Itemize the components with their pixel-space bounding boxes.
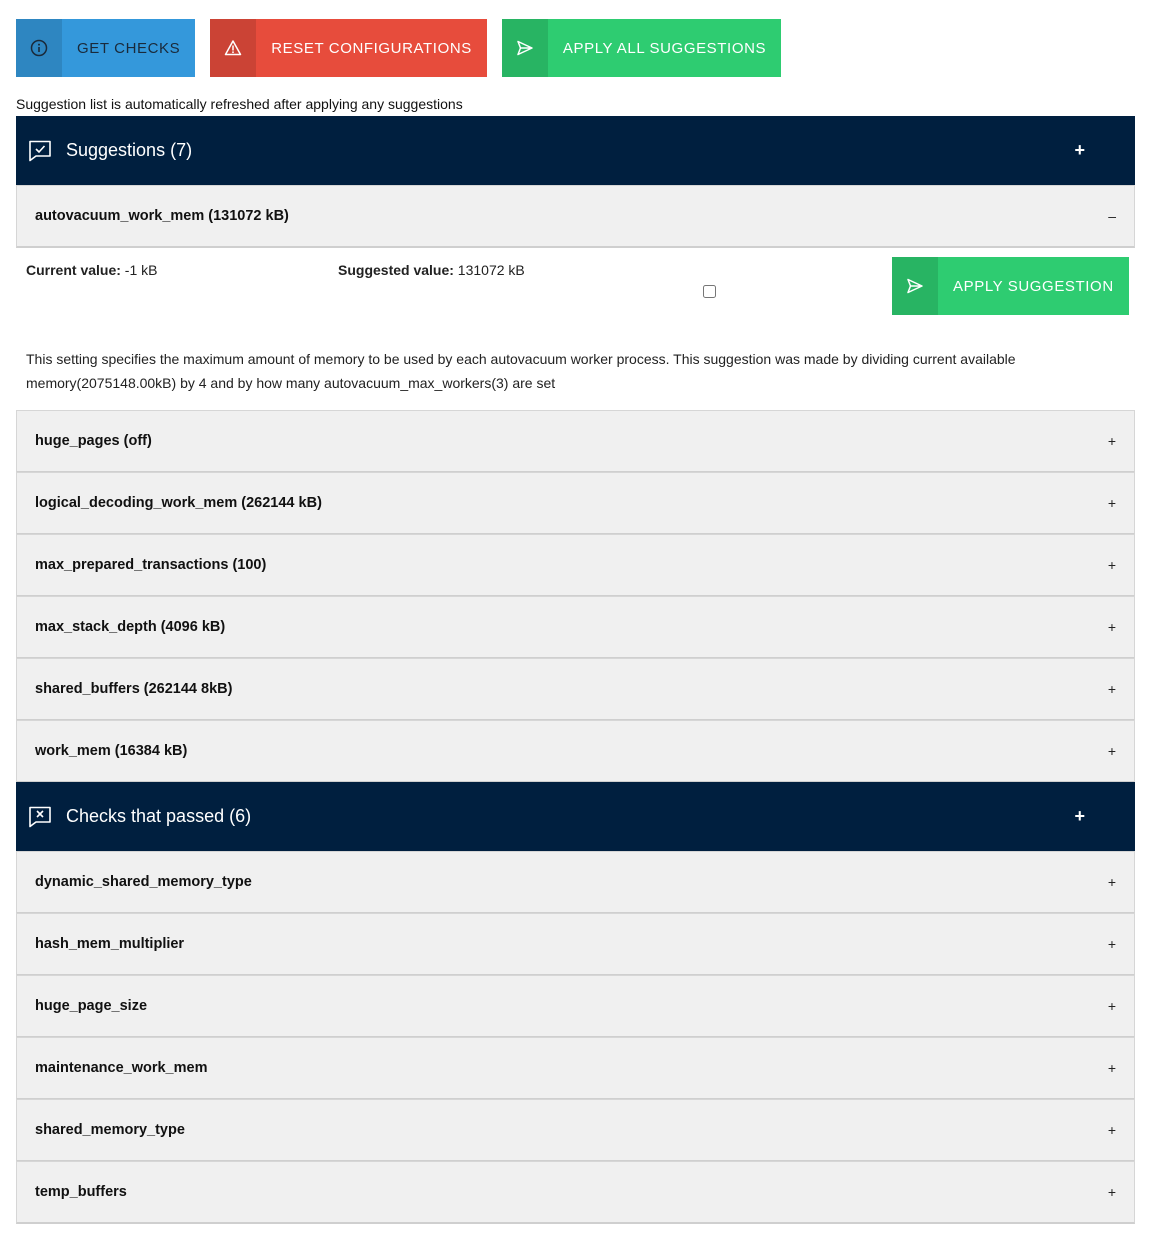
expand-toggle[interactable]: +: [1108, 874, 1116, 890]
send-icon: [501, 19, 548, 77]
chat-x-icon: [28, 806, 52, 828]
apply-suggestion-label: APPLY SUGGESTION: [953, 277, 1114, 295]
expand-toggle[interactable]: +: [1108, 495, 1116, 511]
check-title: dynamic_shared_memory_type: [35, 874, 252, 890]
expand-toggle[interactable]: +: [1108, 1122, 1116, 1138]
suggestion-title: shared_buffers (262144 8kB): [35, 681, 233, 697]
suggestion-row[interactable]: max_stack_depth (4096 kB) +: [16, 596, 1135, 659]
passed-check-row[interactable]: temp_buffers +: [16, 1161, 1135, 1224]
suggestion-title: autovacuum_work_mem (131072 kB): [35, 208, 289, 224]
check-title: temp_buffers: [35, 1184, 127, 1200]
suggestion-title: logical_decoding_work_mem (262144 kB): [35, 495, 322, 511]
suggestion-description: This setting specifies the maximum amoun…: [26, 351, 1016, 391]
check-title: shared_memory_type: [35, 1122, 185, 1138]
toolbar: GET CHECKS RESET CONFIGURATIONS APPLY AL…: [16, 19, 782, 77]
expand-toggle[interactable]: +: [1108, 681, 1116, 697]
suggested-value-text: 131072 kB: [453, 262, 525, 278]
apply-all-suggestions-button[interactable]: APPLY ALL SUGGESTIONS: [501, 19, 782, 77]
expand-toggle[interactable]: +: [1108, 557, 1116, 573]
suggestion-title: max_prepared_transactions (100): [35, 557, 267, 573]
passed-check-row[interactable]: hash_mem_multiplier +: [16, 913, 1135, 976]
suggestions-title: Suggestions (7): [66, 140, 193, 160]
suggestion-row[interactable]: logical_decoding_work_mem (262144 kB) +: [16, 472, 1135, 535]
suggestion-row[interactable]: max_prepared_transactions (100) +: [16, 534, 1135, 597]
check-title: maintenance_work_mem: [35, 1060, 208, 1076]
expand-toggle[interactable]: +: [1108, 1060, 1116, 1076]
reset-configurations-button[interactable]: RESET CONFIGURATIONS: [210, 19, 487, 77]
current-value-label: Current value:: [26, 262, 121, 278]
suggestion-row-autovacuum-work-mem[interactable]: autovacuum_work_mem (131072 kB) –: [16, 185, 1135, 248]
passed-check-row[interactable]: huge_page_size +: [16, 975, 1135, 1038]
select-suggestion-checkbox[interactable]: [703, 285, 716, 298]
passed-check-row[interactable]: dynamic_shared_memory_type +: [16, 851, 1135, 914]
suggested-value: Suggested value: 131072 kB: [338, 262, 525, 278]
get-checks-label: GET CHECKS: [77, 39, 181, 57]
suggestions-header[interactable]: Suggestions (7) +: [16, 116, 1135, 185]
expand-toggle[interactable]: +: [1108, 998, 1116, 1014]
suggestion-title: huge_pages (off): [35, 433, 152, 449]
expand-toggle[interactable]: +: [1108, 1184, 1116, 1200]
suggestion-row[interactable]: work_mem (16384 kB) +: [16, 720, 1135, 783]
suggestions-toggle[interactable]: +: [1074, 140, 1085, 161]
send-icon: [892, 257, 938, 315]
chat-check-icon: [28, 140, 52, 162]
passed-checks-title: Checks that passed (6): [66, 806, 252, 826]
expand-toggle[interactable]: +: [1108, 433, 1116, 449]
suggestion-title: max_stack_depth (4096 kB): [35, 619, 226, 635]
refresh-note: Suggestion list is automatically refresh…: [16, 96, 463, 112]
collapse-toggle[interactable]: –: [1108, 208, 1116, 224]
get-checks-button[interactable]: GET CHECKS: [16, 19, 196, 77]
expand-toggle[interactable]: +: [1108, 936, 1116, 952]
passed-check-row[interactable]: shared_memory_type +: [16, 1099, 1135, 1162]
info-icon: [16, 19, 62, 77]
suggestion-detail: Current value: -1 kB Suggested value: 13…: [16, 248, 1135, 409]
apply-all-suggestions-label: APPLY ALL SUGGESTIONS: [562, 39, 767, 57]
check-title: huge_page_size: [35, 998, 148, 1014]
apply-suggestion-button[interactable]: APPLY SUGGESTION: [892, 257, 1129, 315]
current-value-text: -1 kB: [120, 262, 158, 278]
current-value: Current value: -1 kB: [26, 262, 158, 278]
suggestion-row[interactable]: huge_pages (off) +: [16, 410, 1135, 473]
passed-checks-toggle[interactable]: +: [1074, 806, 1085, 827]
passed-checks-header[interactable]: Checks that passed (6) +: [16, 782, 1135, 851]
reset-configurations-label: RESET CONFIGURATIONS: [271, 39, 472, 57]
expand-toggle[interactable]: +: [1108, 743, 1116, 759]
warning-icon: [210, 19, 257, 77]
expand-toggle[interactable]: +: [1108, 619, 1116, 635]
suggestion-row[interactable]: shared_buffers (262144 8kB) +: [16, 658, 1135, 721]
suggestion-title: work_mem (16384 kB): [35, 743, 188, 759]
check-title: hash_mem_multiplier: [35, 936, 185, 952]
passed-check-row[interactable]: maintenance_work_mem +: [16, 1037, 1135, 1100]
suggested-value-label: Suggested value:: [338, 262, 454, 278]
